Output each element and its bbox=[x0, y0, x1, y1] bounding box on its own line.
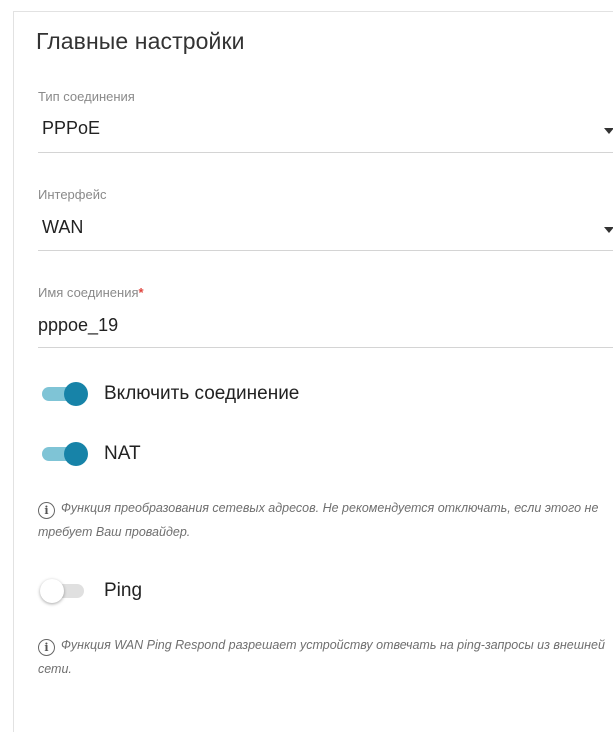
nat-label: NAT bbox=[104, 443, 141, 464]
enable-connection-label: Включить соединение bbox=[104, 383, 300, 404]
enable-connection-toggle[interactable] bbox=[40, 382, 92, 406]
info-icon: i bbox=[38, 502, 55, 519]
nat-hint: i Функция преобразования сетевых адресов.… bbox=[38, 496, 613, 544]
settings-panel bbox=[13, 11, 613, 732]
connection-type-underline bbox=[38, 152, 613, 153]
connection-type-select[interactable]: PPPoE bbox=[42, 118, 100, 139]
toggle-thumb bbox=[40, 579, 64, 603]
required-mark: * bbox=[138, 285, 144, 300]
chevron-down-icon[interactable] bbox=[604, 128, 613, 134]
toggle-thumb bbox=[64, 382, 88, 406]
toggle-thumb bbox=[64, 442, 88, 466]
chevron-down-icon[interactable] bbox=[604, 227, 613, 233]
ping-hint: i Функция WAN Ping Respond разрешает устр… bbox=[38, 633, 613, 681]
interface-underline bbox=[38, 250, 613, 251]
ping-label: Ping bbox=[104, 580, 143, 601]
interface-select[interactable]: WAN bbox=[42, 217, 83, 238]
info-icon: i bbox=[38, 639, 55, 656]
connection-type-label: Тип соединения bbox=[38, 89, 135, 104]
nat-toggle[interactable] bbox=[40, 442, 92, 466]
ping-toggle[interactable] bbox=[40, 579, 92, 603]
connection-name-label: Имя соединения* bbox=[38, 285, 144, 300]
section-title: Главные настройки bbox=[36, 28, 245, 54]
ping-hint-text: Функция WAN Ping Respond разрешает устро… bbox=[38, 638, 605, 676]
nat-hint-text: Функция преобразования сетевых адресов. … bbox=[38, 501, 599, 539]
connection-name-label-text: Имя соединения bbox=[38, 285, 139, 300]
connection-name-input[interactable]: pppoe_19 bbox=[38, 315, 118, 336]
connection-name-underline bbox=[38, 347, 613, 348]
interface-label: Интерфейс bbox=[38, 187, 107, 202]
